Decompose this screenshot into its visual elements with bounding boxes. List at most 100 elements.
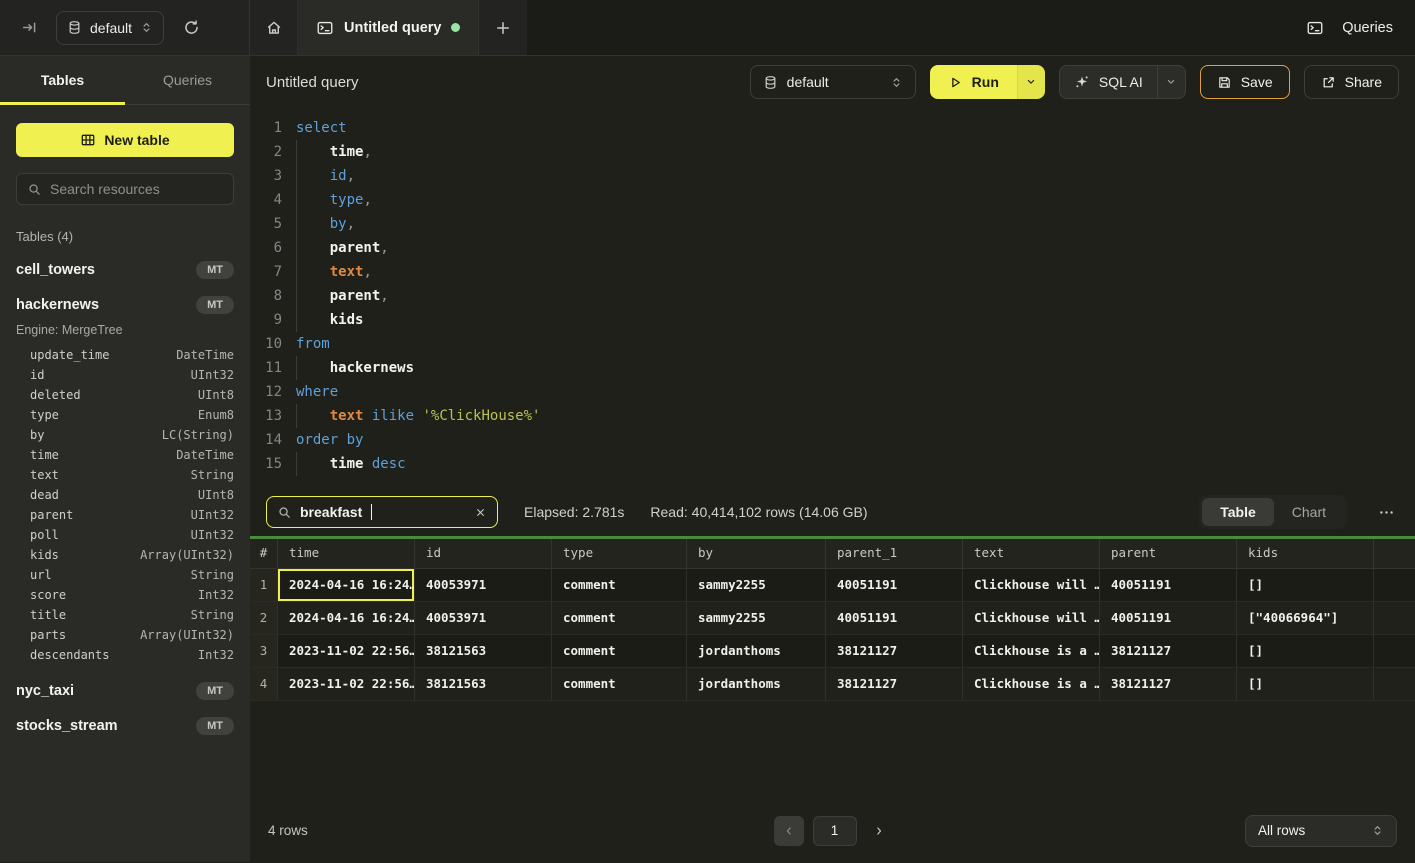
code-line-13[interactable]: 13 text ilike '%ClickHouse%' <box>250 404 1415 428</box>
code-line-5[interactable]: 5 by, <box>250 212 1415 236</box>
data-cell[interactable]: 40051191 <box>826 602 963 635</box>
next-page-button[interactable] <box>866 816 892 846</box>
code-line-6[interactable]: 6 parent, <box>250 236 1415 260</box>
data-cell[interactable]: [] <box>1237 635 1374 668</box>
data-cell[interactable]: 38121127 <box>1100 668 1237 701</box>
code-line-10[interactable]: 10from <box>250 332 1415 356</box>
sidebar-table-cell_towers[interactable]: cell_towersMT <box>16 261 234 279</box>
code-line-7[interactable]: 7 text, <box>250 260 1415 284</box>
data-cell[interactable]: Clickhouse is a … <box>963 635 1100 668</box>
column-header-id[interactable]: id <box>415 539 552 568</box>
data-cell[interactable]: comment <box>552 635 687 668</box>
row-count-label: 4 rows <box>268 823 308 838</box>
line-number: 14 <box>250 428 296 452</box>
data-cell[interactable]: sammy2255 <box>687 569 826 602</box>
code-line-3[interactable]: 3 id, <box>250 164 1415 188</box>
code-line-11[interactable]: 11 hackernews <box>250 356 1415 380</box>
run-options-button[interactable] <box>1017 65 1045 99</box>
code-content: where <box>296 380 1415 404</box>
clear-search-icon[interactable] <box>474 506 487 519</box>
more-options-icon[interactable] <box>1373 499 1399 525</box>
topbar-left-section: default <box>0 0 250 55</box>
column-header-index[interactable]: # <box>250 539 278 568</box>
run-button[interactable]: Run <box>930 65 1017 99</box>
sidebar-table-nyc_taxi[interactable]: nyc_taxiMT <box>16 682 234 700</box>
column-row-type: typeEnum8 <box>16 405 234 425</box>
page-number-input[interactable]: 1 <box>813 816 857 846</box>
column-header-text[interactable]: text <box>963 539 1100 568</box>
sql-ai-button[interactable]: SQL AI <box>1060 66 1157 98</box>
data-cell[interactable]: 38121127 <box>826 635 963 668</box>
data-cell[interactable]: 38121563 <box>415 635 552 668</box>
new-tab-button[interactable] <box>479 0 527 55</box>
tab-untitled-query[interactable]: Untitled query <box>298 0 479 55</box>
line-number: 15 <box>250 452 296 476</box>
data-cell[interactable]: 38121127 <box>826 668 963 701</box>
data-cell[interactable]: 2024-04-16 16:24… <box>278 602 415 635</box>
sidebar-search-input[interactable]: Search resources <box>16 173 234 205</box>
home-button[interactable] <box>250 0 298 55</box>
line-number: 5 <box>250 212 296 236</box>
data-cell[interactable]: [] <box>1237 569 1374 602</box>
column-header-by[interactable]: by <box>687 539 826 568</box>
results-search-input[interactable]: breakfast <box>266 496 498 528</box>
data-cell[interactable]: 2023-11-02 22:56… <box>278 668 415 701</box>
data-cell[interactable]: 40053971 <box>415 569 552 602</box>
data-cell[interactable]: 38121563 <box>415 668 552 701</box>
refresh-icon[interactable] <box>176 13 206 43</box>
data-cell[interactable]: 38121127 <box>1100 635 1237 668</box>
data-cell[interactable]: comment <box>552 602 687 635</box>
tables-section-label: Tables (4) <box>16 229 234 244</box>
data-cell[interactable]: 40051191 <box>1100 569 1237 602</box>
database-selector-toolbar[interactable]: default <box>750 65 916 99</box>
column-name: deleted <box>30 388 81 402</box>
data-cell[interactable]: Clickhouse is a … <box>963 668 1100 701</box>
new-table-button[interactable]: New table <box>16 123 234 157</box>
data-cell[interactable]: Clickhouse will … <box>963 569 1100 602</box>
page-size-selector[interactable]: All rows <box>1245 815 1397 847</box>
data-cell[interactable]: [] <box>1237 668 1374 701</box>
sidebar-tab-queries[interactable]: Queries <box>125 56 250 104</box>
column-header-parent_1[interactable]: parent_1 <box>826 539 963 568</box>
data-cell[interactable]: jordanthoms <box>687 635 826 668</box>
data-cell[interactable]: 40051191 <box>826 569 963 602</box>
code-content: from <box>296 332 1415 356</box>
column-header-time[interactable]: time <box>278 539 415 568</box>
page-size-value: All rows <box>1258 823 1363 838</box>
data-cell[interactable]: 40053971 <box>415 602 552 635</box>
data-cell[interactable]: 40051191 <box>1100 602 1237 635</box>
database-selector-topbar[interactable]: default <box>56 11 164 45</box>
code-line-4[interactable]: 4 type, <box>250 188 1415 212</box>
code-line-8[interactable]: 8 parent, <box>250 284 1415 308</box>
data-cell[interactable]: 2023-11-02 22:56… <box>278 635 415 668</box>
view-tab-table[interactable]: Table <box>1202 498 1274 526</box>
data-cell[interactable]: comment <box>552 569 687 602</box>
column-header-type[interactable]: type <box>552 539 687 568</box>
sql-editor[interactable]: 1select2 time,3 id,4 type,5 by,6 parent,… <box>250 108 1415 488</box>
code-line-1[interactable]: 1select <box>250 116 1415 140</box>
column-header-parent[interactable]: parent <box>1100 539 1237 568</box>
collapse-sidebar-icon[interactable] <box>14 13 44 43</box>
save-button[interactable]: Save <box>1200 65 1290 99</box>
code-line-15[interactable]: 15 time desc <box>250 452 1415 476</box>
results-table: #timeidtypebyparent_1textparentkids12024… <box>250 539 1415 799</box>
data-cell[interactable]: 2024-04-16 16:24… <box>278 569 415 602</box>
queries-button[interactable]: Queries <box>1284 0 1415 55</box>
column-header-kids[interactable]: kids <box>1237 539 1374 568</box>
code-line-12[interactable]: 12where <box>250 380 1415 404</box>
data-cell[interactable]: jordanthoms <box>687 668 826 701</box>
sidebar-tab-tables[interactable]: Tables <box>0 56 125 104</box>
sql-ai-options-button[interactable] <box>1157 66 1185 98</box>
code-line-9[interactable]: 9 kids <box>250 308 1415 332</box>
code-line-14[interactable]: 14order by <box>250 428 1415 452</box>
data-cell[interactable]: ["40066964"] <box>1237 602 1374 635</box>
share-button[interactable]: Share <box>1304 65 1399 99</box>
data-cell[interactable]: sammy2255 <box>687 602 826 635</box>
data-cell[interactable]: comment <box>552 668 687 701</box>
sidebar-table-stocks_stream[interactable]: stocks_streamMT <box>16 717 234 735</box>
sidebar-table-hackernews[interactable]: hackernewsMT <box>16 296 234 314</box>
prev-page-button[interactable] <box>774 816 804 846</box>
code-line-2[interactable]: 2 time, <box>250 140 1415 164</box>
view-tab-chart[interactable]: Chart <box>1274 498 1344 526</box>
data-cell[interactable]: Clickhouse will … <box>963 602 1100 635</box>
